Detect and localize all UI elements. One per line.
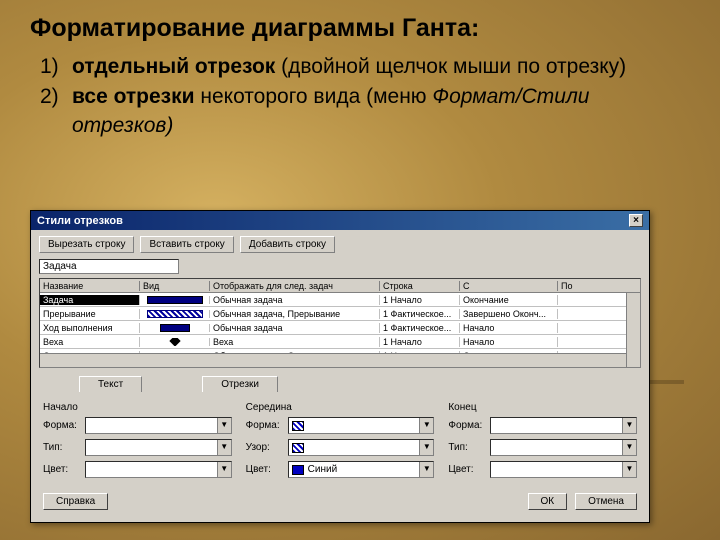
bar-preview-icon: [147, 296, 203, 304]
col-header[interactable]: Отображать для след. задач: [210, 281, 380, 291]
section-middle: Середина Форма:▼ Узор:▼ Цвет:Синий▼: [246, 402, 435, 483]
chevron-down-icon: ▼: [217, 440, 231, 455]
start-color-combo[interactable]: ▼: [85, 461, 232, 478]
table-row[interactable]: Задача Обычная задача 1 Начало Окончание: [40, 293, 640, 307]
swatch-icon: [292, 465, 304, 475]
col-header[interactable]: Вид: [140, 281, 210, 291]
table-row[interactable]: Ход выполнения Обычная задача 1 Фактичес…: [40, 321, 640, 335]
middle-color-combo[interactable]: Синий▼: [288, 461, 435, 478]
add-row-button[interactable]: Добавить строку: [240, 236, 335, 253]
col-header[interactable]: С: [460, 281, 558, 291]
tab-bars[interactable]: Отрезки: [202, 376, 278, 392]
dialog-title: Стили отрезков: [37, 215, 123, 227]
close-icon[interactable]: ×: [629, 214, 643, 227]
help-button[interactable]: Справка: [43, 493, 108, 510]
section-start: Начало Форма:▼ Тип:▼ Цвет:▼: [43, 402, 232, 483]
bar-preview-icon: [160, 324, 190, 332]
section-end: Конец Форма:▼ Тип:▼ Цвет:▼: [448, 402, 637, 483]
name-input[interactable]: [39, 259, 179, 274]
end-type-combo[interactable]: ▼: [490, 439, 637, 456]
list-num: 1): [40, 53, 64, 81]
tab-text[interactable]: Текст: [79, 376, 142, 392]
col-header[interactable]: Название: [40, 281, 140, 291]
bar-preview-icon: [147, 310, 203, 318]
paste-row-button[interactable]: Вставить строку: [140, 236, 233, 253]
scrollbar-vertical[interactable]: [626, 293, 640, 367]
slide-list: 1) отдельный отрезок (двойной щелчок мыш…: [30, 53, 690, 140]
table-row[interactable]: Прерывание Обычная задача, Прерывание 1 …: [40, 307, 640, 321]
chevron-down-icon: ▼: [419, 462, 433, 477]
chevron-down-icon: ▼: [217, 418, 231, 433]
bar-preview-icon: [147, 338, 203, 346]
col-header[interactable]: Строка: [380, 281, 460, 291]
end-color-combo[interactable]: ▼: [490, 461, 637, 478]
start-type-combo[interactable]: ▼: [85, 439, 232, 456]
chevron-down-icon: ▼: [419, 418, 433, 433]
cut-row-button[interactable]: Вырезать строку: [39, 236, 134, 253]
end-shape-combo[interactable]: ▼: [490, 417, 637, 434]
list-num: 2): [40, 83, 64, 140]
chevron-down-icon: ▼: [622, 440, 636, 455]
start-shape-combo[interactable]: ▼: [85, 417, 232, 434]
swatch-icon: [292, 421, 304, 431]
col-header[interactable]: По: [558, 281, 641, 291]
dialog-titlebar[interactable]: Стили отрезков ×: [31, 211, 649, 230]
slide-title: Форматирование диаграммы Ганта:: [30, 14, 690, 43]
scrollbar-horizontal[interactable]: [40, 353, 626, 367]
styles-grid[interactable]: Название Вид Отображать для след. задач …: [39, 278, 641, 368]
middle-pattern-combo[interactable]: ▼: [288, 439, 435, 456]
ok-button[interactable]: ОК: [528, 493, 568, 510]
table-row[interactable]: Веха Веха 1 Начало Начало: [40, 335, 640, 349]
chevron-down-icon: ▼: [622, 418, 636, 433]
bar-styles-dialog: Стили отрезков × Вырезать строку Вставит…: [30, 210, 650, 523]
chevron-down-icon: ▼: [217, 462, 231, 477]
middle-shape-combo[interactable]: ▼: [288, 417, 435, 434]
cancel-button[interactable]: Отмена: [575, 493, 637, 510]
swatch-icon: [292, 443, 304, 453]
chevron-down-icon: ▼: [419, 440, 433, 455]
chevron-down-icon: ▼: [622, 462, 636, 477]
